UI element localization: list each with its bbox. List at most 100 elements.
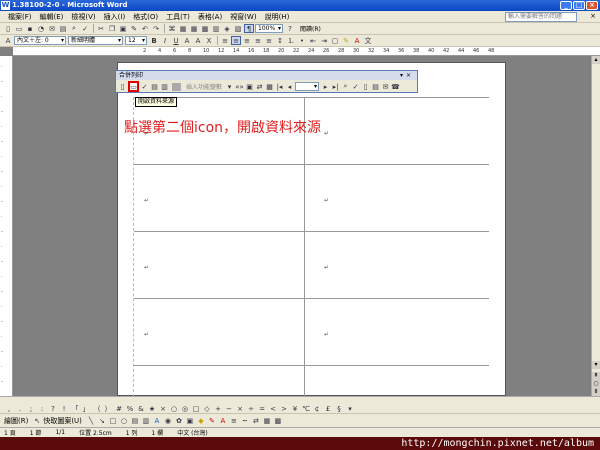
question-icon[interactable]: ?	[48, 404, 58, 413]
fill-color-icon[interactable]: ◆	[196, 416, 206, 425]
minus-icon[interactable]: −	[224, 404, 234, 413]
merge-new-doc-icon[interactable]: ▯	[361, 83, 370, 91]
align-center-icon[interactable]: ≡	[231, 36, 241, 45]
justify-icon[interactable]: ≡	[253, 36, 263, 45]
rectangle-icon[interactable]: □	[108, 416, 118, 425]
comma-icon[interactable]: ,	[4, 404, 14, 413]
paren-icon[interactable]: （	[92, 404, 102, 413]
insert-field-button[interactable]: 插入功能變數	[186, 82, 222, 91]
first-record-icon[interactable]: |◂	[275, 83, 284, 91]
section-icon[interactable]: §	[334, 404, 344, 413]
line-color-icon[interactable]: ✎	[207, 416, 217, 425]
font-size-select[interactable]: 12	[125, 36, 147, 45]
colon-icon[interactable]: :	[37, 404, 47, 413]
permission-icon[interactable]: ◔	[36, 24, 46, 33]
toolbar-close-icon[interactable]: ▾×	[400, 71, 414, 80]
increase-indent-icon[interactable]: ⇥	[319, 36, 329, 45]
circle-icon[interactable]: ○	[169, 404, 179, 413]
dot-circle-icon[interactable]: ◎	[180, 404, 190, 413]
arrow-style-icon[interactable]: ⇄	[251, 416, 261, 425]
paste-icon[interactable]: ▣	[118, 24, 128, 33]
more-symbols-icon[interactable]: ▾	[345, 404, 355, 413]
recipients-icon[interactable]: ✓	[140, 83, 149, 91]
address-block-icon[interactable]: ▤	[150, 83, 159, 91]
italic-icon[interactable]: I	[160, 36, 170, 45]
document-map-icon[interactable]: ▧	[233, 24, 243, 33]
font-color-icon[interactable]: A	[352, 36, 362, 45]
gt-icon[interactable]: >	[279, 404, 289, 413]
match-fields-icon[interactable]: ⇄	[255, 83, 264, 91]
picture-icon[interactable]: ▣	[185, 416, 195, 425]
shadow-icon[interactable]: ▦	[262, 416, 272, 425]
print-preview-icon[interactable]: ⌕	[69, 24, 79, 33]
styles-pane-icon[interactable]: A	[3, 36, 13, 45]
check-errors-icon[interactable]: ✓	[351, 83, 360, 91]
border-icon[interactable]: ▢	[330, 36, 340, 45]
columns-icon[interactable]: ▥	[211, 24, 221, 33]
print-icon[interactable]: ▤	[58, 24, 68, 33]
maximize-button[interactable]: □	[573, 1, 585, 10]
font-color-icon[interactable]: A	[218, 416, 228, 425]
scroll-down-icon[interactable]: ▾	[592, 361, 600, 369]
line-style-icon[interactable]: ≡	[229, 416, 239, 425]
prev-page-icon[interactable]: ⇞	[592, 372, 600, 380]
decrease-indent-icon[interactable]: ⇤	[308, 36, 318, 45]
menu-insert[interactable]: 插入(I)	[100, 11, 130, 23]
bold-icon[interactable]: B	[149, 36, 159, 45]
degree-icon[interactable]: ℃	[301, 404, 311, 413]
bracket-close-icon[interactable]: 」	[81, 404, 91, 413]
style-select[interactable]: 內文＋左: 0	[14, 36, 66, 45]
clipart-icon[interactable]: ✿	[174, 416, 184, 425]
document-page[interactable]: ↵ ↵ ↵ ↵ ↵ ↵ ↵ ↵	[117, 62, 506, 396]
find-entry-icon[interactable]: ⌕	[341, 82, 350, 91]
email-icon[interactable]: ✉	[47, 24, 57, 33]
menu-view[interactable]: 檢視(V)	[67, 11, 99, 23]
char-shading-icon[interactable]: A	[193, 36, 203, 45]
arrow-icon[interactable]: ↘	[97, 416, 107, 425]
ampersand-icon[interactable]: &	[136, 404, 146, 413]
close-icon[interactable]: ×	[590, 12, 596, 20]
diamond-icon[interactable]: ◇	[202, 404, 212, 413]
menu-file[interactable]: 檔案(F)	[4, 11, 36, 23]
equals-icon[interactable]: =	[257, 404, 267, 413]
cent-icon[interactable]: ¢	[312, 404, 322, 413]
merge-printer-icon[interactable]: ▤	[371, 83, 380, 91]
times-icon[interactable]: ×	[158, 404, 168, 413]
multiply-icon[interactable]: ×	[235, 404, 245, 413]
undo-icon[interactable]: ↶	[140, 24, 150, 33]
textbox-icon[interactable]: ▤	[130, 416, 140, 425]
font-select[interactable]: 新細明體	[68, 36, 123, 45]
save-icon[interactable]: ▪	[25, 24, 35, 33]
cut-icon[interactable]: ✂	[96, 24, 106, 33]
record-number-input[interactable]	[295, 82, 320, 91]
propagate-labels-icon[interactable]: ▦	[265, 83, 274, 91]
align-left-icon[interactable]: ≡	[220, 36, 230, 45]
drawing-icon[interactable]: ◈	[222, 24, 232, 33]
char-border-icon[interactable]: A	[182, 36, 192, 45]
percent-icon[interactable]: %	[125, 404, 135, 413]
menu-window[interactable]: 視窗(W)	[226, 11, 260, 23]
next-page-icon[interactable]: ⇟	[592, 388, 600, 396]
align-right-icon[interactable]: ≡	[242, 36, 252, 45]
draw-menu[interactable]: 繪圖(R)	[4, 416, 28, 426]
yen-icon[interactable]: ¥	[290, 404, 300, 413]
redo-icon[interactable]: ↷	[151, 24, 161, 33]
numbering-icon[interactable]: ⒈	[286, 36, 296, 45]
open-folder-icon[interactable]: ▭	[14, 24, 24, 33]
vertical-textbox-icon[interactable]: ▥	[141, 416, 151, 425]
minimize-button[interactable]: _	[560, 1, 572, 10]
merge-email-icon[interactable]: ✉	[381, 83, 390, 91]
help-icon[interactable]: ?	[285, 24, 295, 33]
wordart-icon[interactable]: A	[152, 416, 162, 425]
plus-icon[interactable]: +	[213, 404, 223, 413]
help-search-input[interactable]: 輸入需要解答的問題	[505, 12, 577, 22]
paren-close-icon[interactable]: ）	[103, 404, 113, 413]
menu-help[interactable]: 說明(H)	[261, 11, 294, 23]
hash-icon[interactable]: #	[114, 404, 124, 413]
line-icon[interactable]: ╲	[86, 416, 96, 425]
autoshapes-menu[interactable]: 快取圖案(U)	[43, 416, 82, 426]
dash-style-icon[interactable]: ┅	[240, 416, 250, 425]
divide-icon[interactable]: ÷	[246, 404, 256, 413]
browse-object-icon[interactable]: ○	[592, 380, 600, 388]
bullets-icon[interactable]: •	[297, 36, 307, 45]
